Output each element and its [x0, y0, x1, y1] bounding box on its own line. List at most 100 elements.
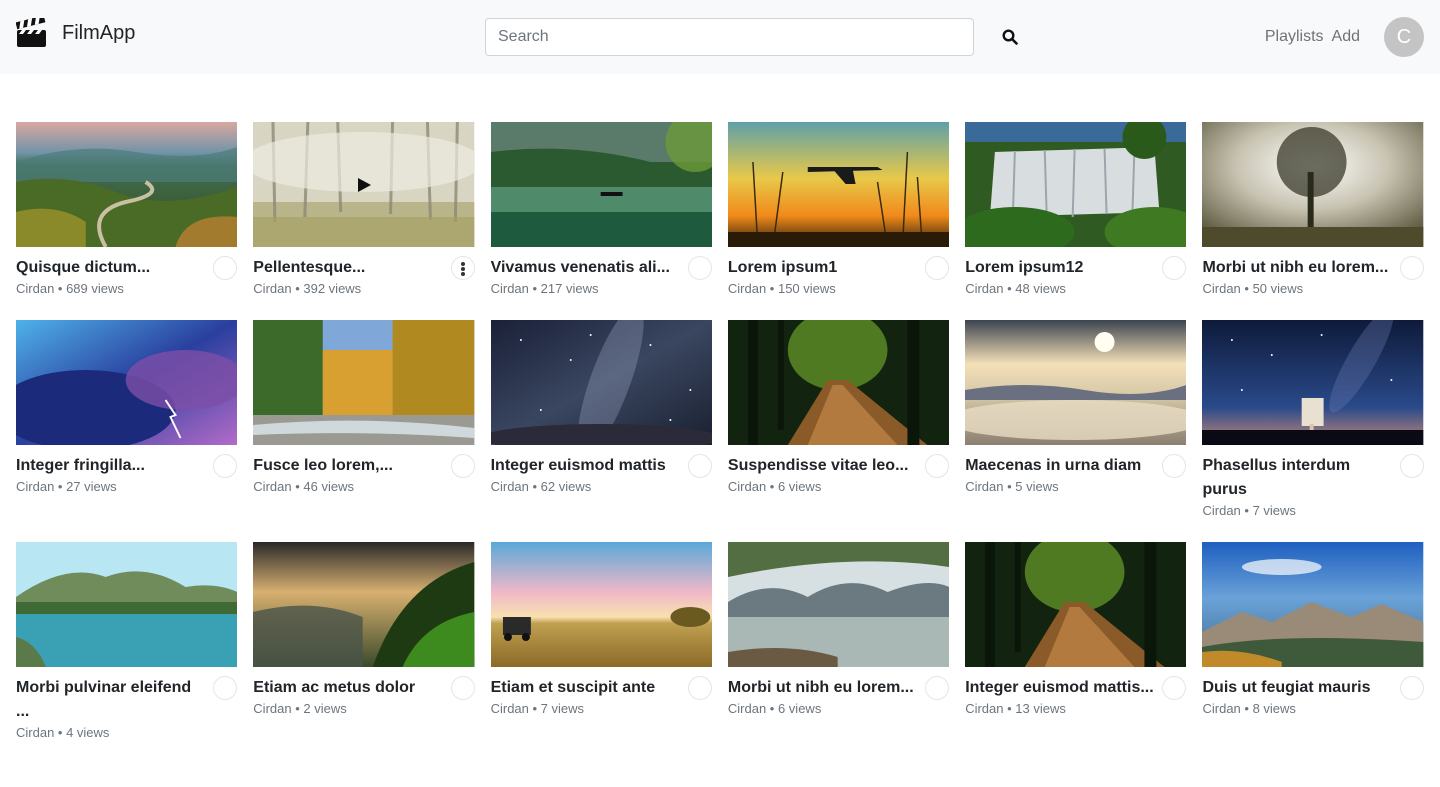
more-options-button[interactable] [1162, 676, 1187, 700]
video-card[interactable]: Integer euismod mattis... Cirdan • 13 vi… [965, 542, 1187, 742]
video-title[interactable]: Etiam et suscipit ante [491, 676, 682, 700]
more-options-button[interactable] [925, 676, 950, 700]
more-options-button[interactable] [925, 256, 950, 280]
video-thumbnail[interactable] [490, 542, 712, 667]
more-options-button[interactable] [450, 676, 475, 700]
video-info: Duis ut feugiat mauris Cirdan • 8 views [1202, 667, 1424, 718]
video-card[interactable]: Lorem ipsum1 Cirdan • 150 views [727, 122, 950, 298]
video-views: 7 views [540, 701, 585, 716]
brand-link[interactable]: FilmApp [16, 18, 135, 48]
video-card[interactable]: Morbi ut nibh eu lorem... Cirdan • 6 vie… [727, 542, 950, 742]
video-card[interactable]: Integer fringilla... Cirdan • 27 views [16, 320, 238, 520]
video-title[interactable]: Morbi pulvinar eleifend ... [16, 676, 207, 724]
video-card[interactable]: Maecenas in urna diam Cirdan • 5 views [965, 320, 1187, 520]
video-title[interactable]: Etiam ac metus dolor [253, 676, 444, 700]
video-thumbnail[interactable] [1202, 122, 1424, 247]
video-title[interactable]: Integer euismod mattis... [965, 676, 1156, 700]
video-card[interactable]: Etiam ac metus dolor Cirdan • 2 views [253, 542, 475, 742]
video-thumbnail[interactable] [253, 122, 475, 247]
video-thumbnail[interactable] [1202, 542, 1424, 667]
play-icon[interactable] [356, 177, 372, 193]
video-title[interactable]: Duis ut feugiat mauris [1202, 676, 1393, 700]
video-title[interactable]: Maecenas in urna diam [965, 454, 1156, 478]
more-options-button[interactable] [687, 676, 712, 700]
thumbnail-image [727, 542, 950, 667]
video-meta: Cirdan • 4 views [16, 725, 110, 740]
more-options-button[interactable] [1162, 454, 1187, 478]
video-title[interactable]: Lorem ipsum1 [728, 256, 919, 280]
video-title[interactable]: Fusce leo lorem,... [253, 454, 444, 478]
search-input[interactable] [485, 18, 974, 56]
video-card[interactable]: Vivamus venenatis ali... Cirdan • 217 vi… [490, 122, 712, 298]
video-thumbnail[interactable] [253, 542, 475, 667]
video-title[interactable]: Morbi ut nibh eu lorem... [728, 676, 919, 700]
video-thumbnail[interactable] [253, 320, 475, 445]
more-options-button[interactable] [1399, 676, 1424, 700]
app-name: FilmApp [62, 21, 136, 44]
video-card[interactable]: Phasellus interdum purus Cirdan • 7 view… [1202, 320, 1424, 520]
video-title[interactable]: Morbi ut nibh eu lorem... [1202, 256, 1393, 280]
video-info: Morbi ut nibh eu lorem... Cirdan • 50 vi… [1202, 247, 1424, 298]
video-thumbnail[interactable] [490, 320, 712, 445]
video-title[interactable]: Quisque dictum... [16, 256, 207, 280]
video-views: 13 views [1015, 701, 1066, 716]
video-thumbnail[interactable] [727, 320, 950, 445]
video-info: Fusce leo lorem,... Cirdan • 46 views [253, 445, 475, 496]
video-card[interactable]: Pellentesque... Cirdan • 392 views [253, 122, 475, 298]
more-options-button[interactable] [1399, 454, 1424, 478]
video-title[interactable]: Phasellus interdum purus [1202, 454, 1393, 502]
video-thumbnail[interactable] [965, 122, 1187, 247]
video-thumbnail[interactable] [490, 122, 712, 247]
video-author: Cirdan [490, 479, 529, 494]
video-title[interactable]: Vivamus venenatis ali... [491, 256, 682, 280]
video-thumbnail[interactable] [965, 320, 1187, 445]
video-views: 62 views [540, 479, 592, 494]
video-card[interactable]: Etiam et suscipit ante Cirdan • 7 views [490, 542, 712, 742]
video-title[interactable]: Suspendisse vitae leo... [728, 454, 919, 478]
video-card[interactable]: Integer euismod mattis Cirdan • 62 views [490, 320, 712, 520]
more-options-button[interactable] [450, 454, 475, 478]
video-thumbnail[interactable] [965, 542, 1187, 667]
video-card[interactable]: Morbi ut nibh eu lorem... Cirdan • 50 vi… [1202, 122, 1424, 298]
more-options-button[interactable] [213, 256, 238, 280]
video-author: Cirdan [727, 701, 767, 716]
video-card[interactable]: Morbi pulvinar eleifend ... Cirdan • 4 v… [16, 542, 238, 742]
video-info: Etiam et suscipit ante Cirdan • 7 views [491, 667, 712, 718]
video-thumbnail[interactable] [727, 122, 950, 247]
more-options-button[interactable] [1399, 256, 1424, 280]
thumbnail-image [965, 122, 1187, 247]
video-card[interactable]: Suspendisse vitae leo... Cirdan • 6 view… [727, 320, 950, 520]
search-button[interactable] [998, 24, 1022, 50]
playlists-link[interactable]: Playlists [1265, 28, 1324, 46]
video-title[interactable]: Integer euismod mattis [491, 454, 682, 478]
more-options-button[interactable] [925, 454, 950, 478]
video-card[interactable]: Lorem ipsum12 Cirdan • 48 views [965, 122, 1187, 298]
video-thumbnail[interactable] [16, 542, 238, 667]
more-options-button[interactable] [213, 454, 238, 478]
video-title[interactable]: Integer fringilla... [16, 454, 207, 478]
video-thumbnail[interactable] [16, 320, 238, 445]
add-link[interactable]: Add [1332, 28, 1360, 46]
video-thumbnail[interactable] [1202, 320, 1424, 445]
video-thumbnail[interactable] [16, 122, 238, 247]
video-views: 4 views [66, 725, 110, 740]
more-options-button[interactable] [687, 454, 712, 478]
video-card[interactable]: Fusce leo lorem,... Cirdan • 46 views [253, 320, 475, 520]
more-options-button[interactable] [213, 676, 238, 700]
video-meta: Cirdan • 48 views [965, 281, 1066, 296]
thumbnail-image [490, 122, 712, 247]
user-avatar[interactable]: C [1384, 17, 1424, 57]
more-options-button[interactable] [687, 256, 712, 280]
video-meta: Cirdan • 6 views [727, 701, 822, 716]
video-views: 5 views [1015, 479, 1059, 494]
video-title[interactable]: Pellentesque... [253, 256, 444, 280]
video-author: Cirdan [253, 479, 292, 494]
video-thumbnail[interactable] [727, 542, 950, 667]
more-options-button[interactable] [450, 256, 475, 280]
video-card[interactable]: Duis ut feugiat mauris Cirdan • 8 views [1202, 542, 1424, 742]
video-card[interactable]: Quisque dictum... Cirdan • 689 views [16, 122, 238, 298]
more-options-button[interactable] [1162, 256, 1187, 280]
video-title[interactable]: Lorem ipsum12 [965, 256, 1156, 280]
video-views: 7 views [1252, 503, 1296, 518]
thumbnail-image [1202, 542, 1424, 667]
